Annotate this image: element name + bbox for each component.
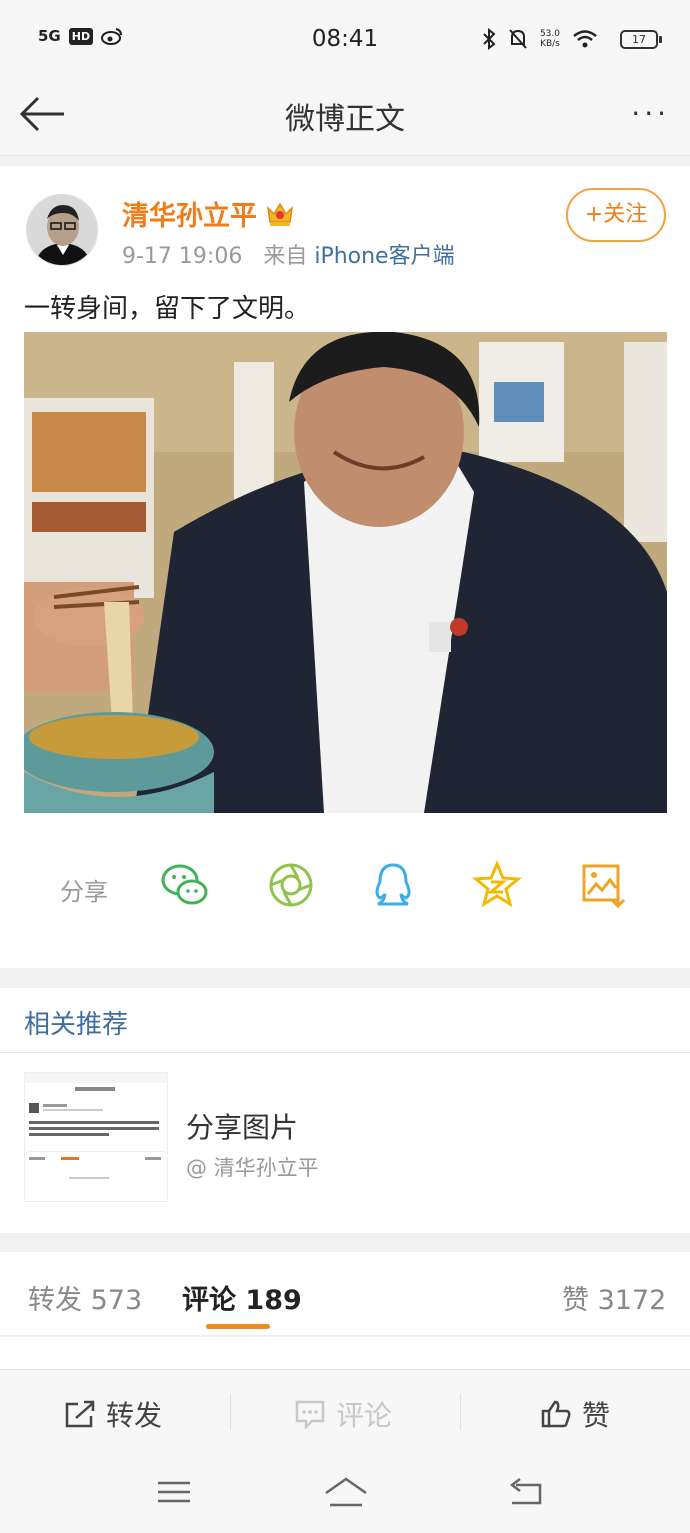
thumbnail-screenshot-image	[25, 1073, 167, 1201]
status-right: 53.0 KB/s	[482, 28, 598, 50]
qq-icon[interactable]	[368, 860, 418, 910]
menu-icon[interactable]	[154, 1475, 194, 1509]
comment-button[interactable]: 评论	[294, 1394, 392, 1434]
source-prefix: 来自	[263, 244, 308, 269]
post-time: 9-17 19:06	[122, 244, 243, 269]
like-button[interactable]: 赞	[540, 1394, 610, 1434]
post-photo	[24, 332, 667, 813]
wifi-icon	[573, 30, 597, 48]
action-bar: 转发 评论 赞	[0, 1369, 690, 1455]
related-title: 相关推荐	[24, 1010, 129, 1040]
save-image-icon[interactable]	[578, 860, 628, 910]
separator	[230, 1394, 231, 1430]
related-item-title[interactable]: 分享图片	[186, 1106, 298, 1146]
interaction-tabs: 转发 573 评论 189 赞 3172	[0, 1252, 690, 1336]
related-thumbnail[interactable]	[24, 1072, 168, 1202]
vip-crown-icon	[266, 202, 294, 226]
status-bar: 5G HD 08:41 53.0 KB/s 17	[0, 0, 690, 80]
post-source[interactable]: iPhone客户端	[314, 244, 454, 269]
thumbs-up-icon	[541, 1400, 571, 1428]
avatar-portrait-image	[27, 195, 97, 265]
back-nav-icon[interactable]	[506, 1475, 546, 1509]
moments-icon[interactable]	[266, 860, 316, 910]
tab-likes[interactable]: 赞 3172	[562, 1278, 666, 1317]
page-title: 微博正文	[285, 102, 405, 137]
comment-icon	[295, 1400, 325, 1429]
post-meta: 9-17 19:06 来自 iPhone客户端	[122, 238, 455, 270]
post-image[interactable]	[24, 332, 667, 813]
author-name[interactable]: 清华孙立平	[122, 194, 295, 233]
nav-header: 微博正文 ···	[0, 80, 690, 156]
more-dots-icon[interactable]: ···	[631, 100, 670, 128]
tab-indicator	[206, 1324, 270, 1329]
battery-indicator: 17	[620, 30, 662, 49]
post-text: 一转身间，留下了文明。	[24, 294, 311, 324]
follow-button[interactable]: +关注	[566, 188, 666, 242]
home-icon[interactable]	[322, 1475, 370, 1509]
comments-list	[0, 1337, 690, 1369]
share-label: 分享	[60, 878, 108, 906]
avatar[interactable]	[26, 194, 98, 266]
post-card: 清华孙立平 9-17 19:06 来自 iPhone客户端 +关注 一转身间，留…	[0, 166, 690, 968]
repost-button[interactable]: 转发	[64, 1394, 162, 1434]
network-speed: 53.0 KB/s	[539, 29, 560, 49]
qzone-icon[interactable]	[472, 860, 522, 910]
bluetooth-icon	[483, 28, 496, 50]
wechat-icon[interactable]	[160, 860, 210, 910]
related-section: 相关推荐 分享图片 @ 清华孙立平	[0, 988, 690, 1233]
tab-repost[interactable]: 转发 573	[28, 1278, 142, 1317]
mute-bell-icon	[509, 29, 527, 49]
tab-comments[interactable]: 评论 189	[182, 1278, 302, 1317]
repost-icon	[65, 1400, 95, 1428]
divider	[0, 1052, 690, 1053]
separator	[460, 1394, 461, 1430]
related-item-author: @ 清华孙立平	[186, 1156, 319, 1180]
system-nav-bar	[0, 1455, 690, 1533]
